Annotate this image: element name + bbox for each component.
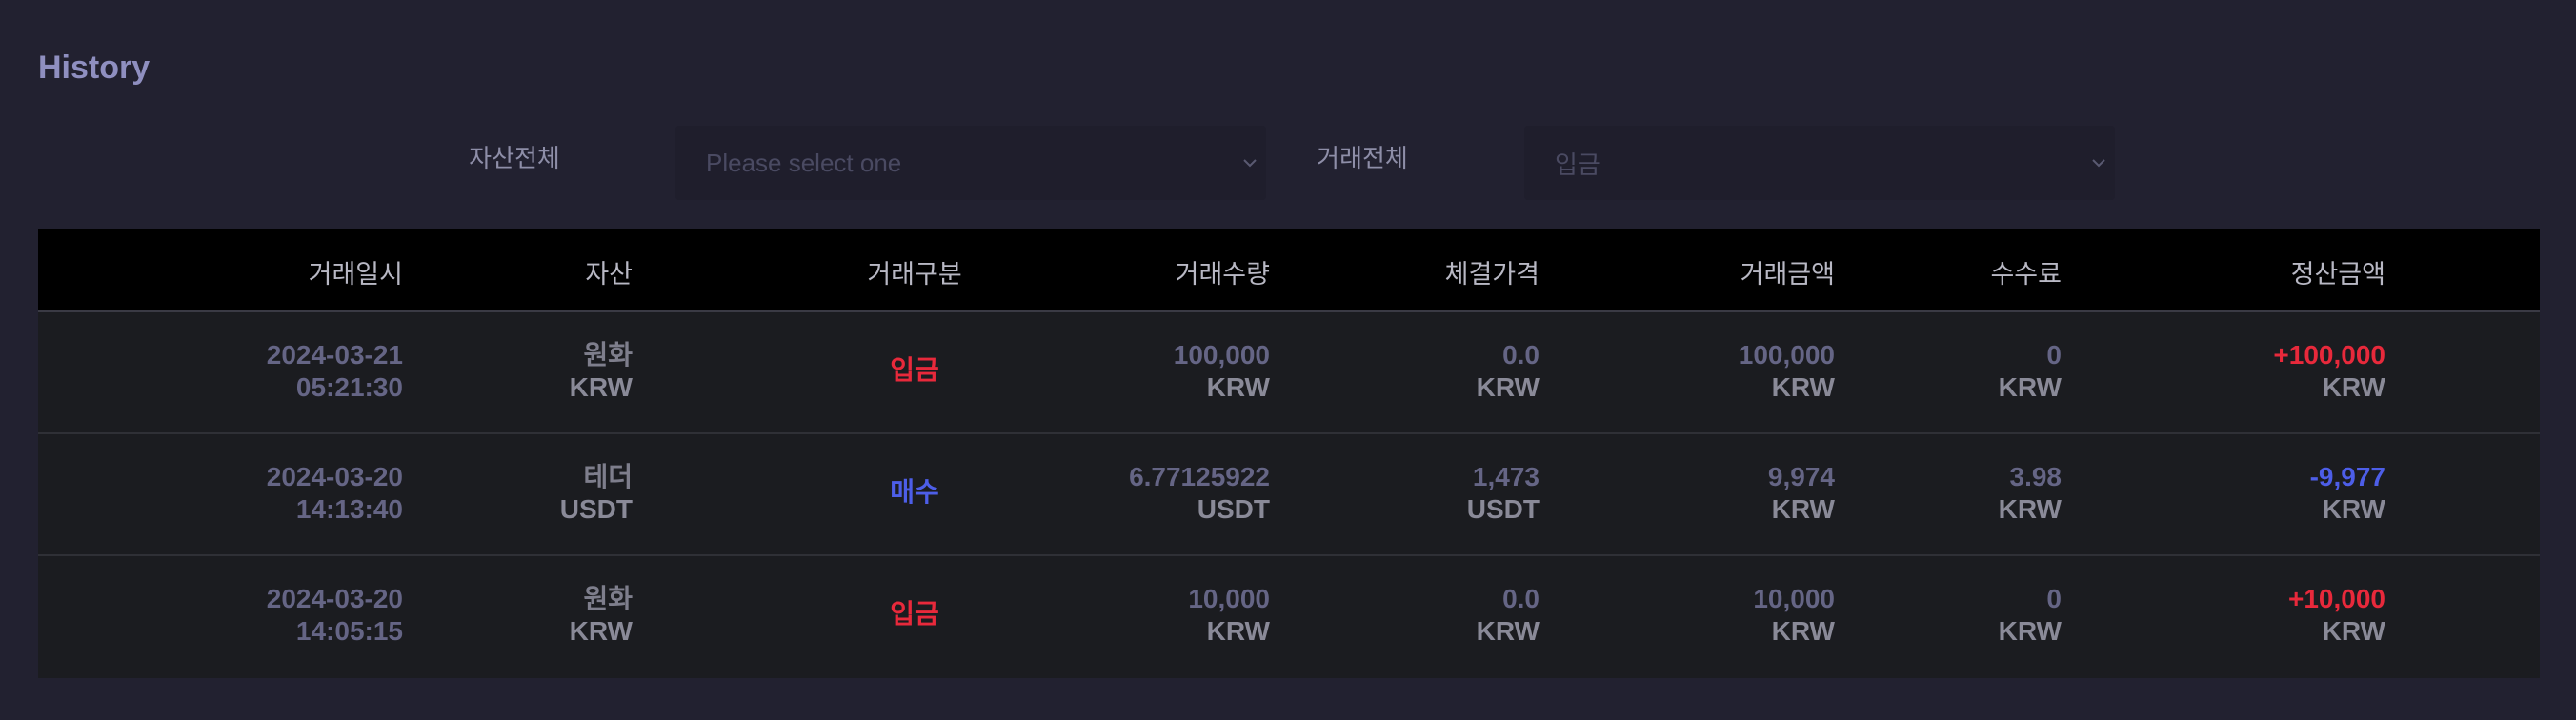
trade-filter-select[interactable]: 입금 [1524,126,2115,200]
asset-cell: 원화 KRW [569,340,633,402]
date-cell: 2024-03-20 14:13:40 [266,462,403,524]
chevron-down-icon [2092,159,2105,168]
type-cell: 입금 [890,355,939,385]
header-net: 정산금액 [2290,260,2385,290]
price-cell: 0.0 KRW [1476,340,1540,402]
chevron-down-icon [1243,159,1257,168]
asset-cell: 테더 USDT [559,462,633,524]
header-date: 거래일시 [308,260,403,290]
asset-cell: 원화 KRW [569,584,633,646]
date-cell: 2024-03-21 05:21:30 [266,340,403,402]
header-qty: 거래수량 [1175,260,1270,290]
asset-filter-select[interactable]: Please select one [675,126,1266,200]
net-cell: +10,000 KRW [2288,584,2385,646]
date-cell: 2024-03-20 14:05:15 [266,584,403,646]
price-cell: 0.0 KRW [1476,584,1540,646]
asset-filter-label: 자산전체 [469,145,560,173]
amount-cell: 10,000 KRW [1753,584,1835,646]
header-asset: 자산 [585,260,633,290]
header-fee: 수수료 [1990,260,2062,290]
net-cell: -9,977 KRW [2309,462,2385,524]
amount-cell: 9,974 KRW [1767,462,1835,524]
net-cell: +100,000 KRW [2273,340,2385,402]
page-title: History [38,50,151,86]
table-row: 2024-03-20 14:05:15 원화 KRW 입금 10,000 KRW… [38,556,2540,678]
amount-cell: 100,000 KRW [1738,340,1835,402]
asset-filter-value: Please select one [706,148,902,177]
header-type: 거래구분 [867,260,962,290]
fee-cell: 3.98 KRW [1998,462,2062,524]
qty-cell: 10,000 KRW [1188,584,1270,646]
table-row: 2024-03-20 14:13:40 테더 USDT 매수 6.7712592… [38,434,2540,556]
header-amount: 거래금액 [1740,260,1835,290]
history-page: History 자산전체 Please select one 거래전체 입금 거… [0,0,2576,720]
trade-filter-label: 거래전체 [1317,145,1408,173]
header-price: 체결가격 [1444,260,1540,290]
table-header: 거래일시 자산 거래구분 거래수량 체결가격 거래금액 수수료 정산금액 [38,229,2540,312]
price-cell: 1,473 USDT [1466,462,1540,524]
type-cell: 매수 [890,477,939,507]
fee-cell: 0 KRW [1998,340,2062,402]
qty-cell: 100,000 KRW [1173,340,1270,402]
type-cell: 입금 [890,599,939,629]
history-table: 거래일시 자산 거래구분 거래수량 체결가격 거래금액 수수료 정산금액 202… [38,229,2540,682]
table-row: 2024-03-21 05:21:30 원화 KRW 입금 100,000 KR… [38,312,2540,434]
trade-filter-value: 입금 [1555,150,1600,179]
qty-cell: 6.77125922 USDT [1129,462,1270,524]
fee-cell: 0 KRW [1998,584,2062,646]
